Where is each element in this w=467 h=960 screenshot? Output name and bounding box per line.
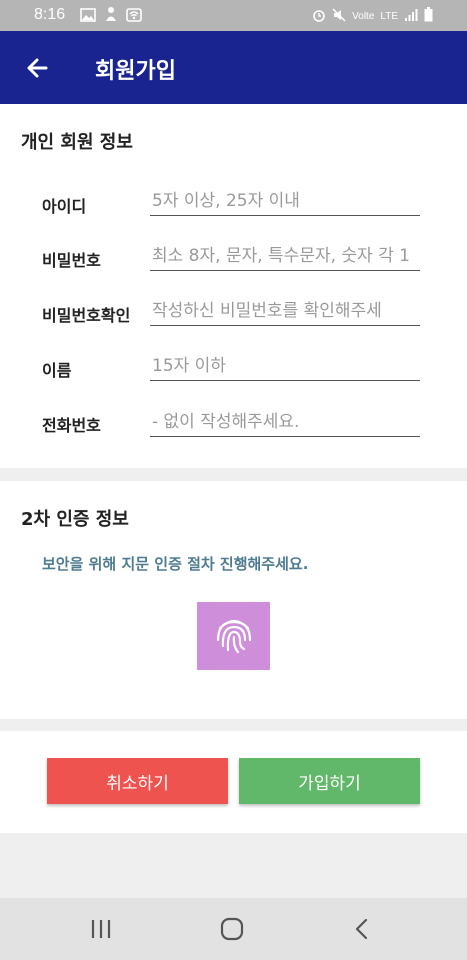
phone-field[interactable]	[150, 407, 420, 437]
personal-info-title: 개인 회원 정보	[21, 132, 133, 153]
personal-info-section: 개인 회원 정보 아이디 비밀번호 비밀번호확인 이름 전화번호	[0, 104, 467, 468]
name-label: 이름	[42, 361, 72, 380]
notification-icon	[104, 6, 118, 26]
id-field[interactable]	[150, 186, 420, 216]
wifi-hotspot-icon	[126, 7, 142, 26]
page-title: 회원가입	[95, 59, 176, 84]
back-nav-icon[interactable]	[348, 916, 378, 942]
app-bar: 회원가입	[0, 31, 467, 104]
status-bar: 8:16 Volte LTE	[0, 0, 467, 31]
phone-label: 전화번호	[42, 416, 101, 435]
battery-icon	[424, 7, 433, 25]
join-button[interactable]: 가입하기	[239, 758, 420, 804]
fingerprint-button[interactable]	[197, 602, 270, 670]
password-confirm-label: 비밀번호확인	[42, 306, 131, 325]
id-label: 아이디	[42, 197, 87, 216]
recent-apps-icon[interactable]	[86, 916, 116, 942]
second-auth-title: 2차 인증 정보	[21, 509, 129, 530]
mute-icon	[332, 7, 346, 25]
home-icon[interactable]	[217, 916, 247, 942]
action-section: 취소하기 가입하기	[0, 731, 467, 833]
cancel-button[interactable]: 취소하기	[47, 758, 228, 804]
network-label: LTE	[380, 10, 398, 22]
status-time: 8:16	[34, 6, 66, 23]
arrow-left-icon[interactable]	[22, 53, 52, 83]
fingerprint-icon	[212, 612, 256, 660]
fingerprint-notice: 보안을 위해 지문 인증 절차 진행해주세요.	[42, 555, 309, 573]
name-field[interactable]	[150, 351, 420, 381]
carrier-label: Volte	[352, 10, 375, 22]
signal-icon	[404, 8, 418, 25]
system-nav-bar	[0, 898, 467, 960]
alarm-icon	[312, 8, 326, 25]
password-field[interactable]	[150, 241, 420, 271]
image-icon	[80, 7, 96, 26]
password-label: 비밀번호	[42, 251, 101, 270]
second-auth-section: 2차 인증 정보 보안을 위해 지문 인증 절차 진행해주세요.	[0, 481, 467, 719]
password-confirm-field[interactable]	[150, 296, 420, 326]
